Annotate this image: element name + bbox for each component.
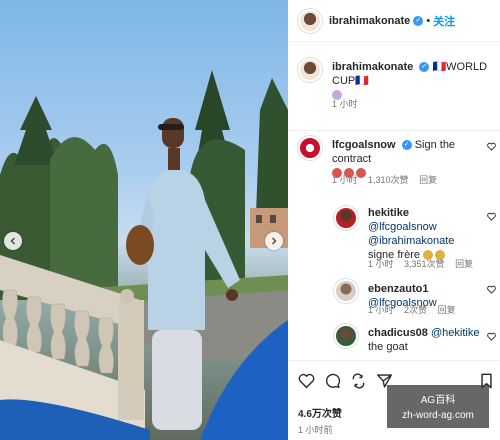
likes-count[interactable]: 4.6万次赞: [298, 405, 342, 420]
comment-likes[interactable]: 2次赞: [404, 305, 427, 315]
comment-username[interactable]: ebenzauto1: [368, 283, 429, 295]
caption: ibrahimakonate ✓ 🇫🇷WORLD CUP🇫🇷: [332, 60, 492, 102]
verified-badge-icon: ✓: [413, 15, 424, 26]
comment: hekitike @lfcgoalsnow @ibrahimakonate si…: [368, 206, 480, 262]
comment: chadicus08 @hekitike the goat: [368, 326, 480, 354]
verified-badge-icon: ✓: [401, 140, 412, 151]
comment-likes[interactable]: 1,310次赞: [368, 175, 409, 185]
separator-dot: •: [426, 14, 431, 27]
comment-avatar[interactable]: [334, 324, 358, 348]
post-time: 1 小时前: [298, 425, 333, 435]
chevron-right-icon: [272, 237, 277, 245]
comment-time: 1 小时: [332, 175, 358, 185]
photo-scene: [0, 70, 288, 440]
comment-username[interactable]: hekitike: [368, 207, 409, 219]
comment-time: 1 小时: [368, 259, 394, 269]
comment-avatar[interactable]: [298, 136, 322, 160]
mention-link[interactable]: @hekitike: [431, 327, 479, 339]
post-photo: [0, 0, 288, 440]
comment-time: 1 小时: [368, 305, 394, 315]
author-username[interactable]: ibrahimakonate: [329, 15, 410, 27]
reply-button[interactable]: 回复: [455, 259, 473, 269]
chevron-left-icon: [10, 237, 15, 245]
comment-avatar[interactable]: [334, 279, 358, 303]
caption-time: 1 小时: [332, 99, 358, 109]
like-heart-icon[interactable]: [487, 285, 496, 294]
watermark-line: zh-word-ag.com: [402, 410, 474, 421]
reply-button[interactable]: 回复: [438, 305, 456, 315]
watermark: AG百科 zh-word-ag.com: [387, 385, 489, 428]
comment-avatar[interactable]: [334, 206, 358, 230]
caption-meta: 1 小时: [332, 97, 366, 110]
verified-badge-icon: ✓: [419, 62, 430, 73]
previous-image-button[interactable]: [4, 232, 22, 250]
like-heart-icon[interactable]: [487, 332, 496, 341]
comment-username[interactable]: chadicus08: [368, 327, 428, 339]
divider: [288, 130, 500, 131]
mention-link[interactable]: @lfcgoalsnow: [368, 221, 437, 233]
comment-text: the goat: [368, 341, 408, 353]
comment-likes[interactable]: 3,351次赞: [404, 259, 445, 269]
reply-button[interactable]: 回复: [419, 175, 437, 185]
comments-list[interactable]: ibrahimakonate ✓ 🇫🇷WORLD CUP🇫🇷 1 小时 lfcg…: [288, 42, 500, 360]
repost-icon[interactable]: [350, 373, 367, 389]
comment-meta: 1 小时 3,351次赞 回复: [368, 257, 481, 270]
like-heart-icon[interactable]: [487, 142, 496, 151]
comment-meta: 1 小时 1,310次赞 回复: [332, 173, 445, 186]
post-side-panel: ibrahimakonate ✓ • 关注 ibrahimakonate ✓ 🇫…: [288, 0, 500, 440]
like-heart-icon[interactable]: [298, 373, 315, 389]
post-header: ibrahimakonate ✓ • 关注: [288, 0, 500, 42]
comment-meta: 1 小时 2次赞 回复: [368, 303, 464, 316]
mention-link[interactable]: @ibrahimakonate: [368, 235, 454, 247]
author-avatar[interactable]: [298, 8, 322, 33]
caption-username[interactable]: ibrahimakonate: [332, 61, 413, 73]
caption-avatar[interactable]: [298, 58, 322, 82]
follow-button[interactable]: 关注: [433, 13, 455, 29]
next-image-button[interactable]: [265, 232, 283, 250]
comment-username[interactable]: lfcgoalsnow: [332, 139, 396, 151]
comment-icon[interactable]: [324, 373, 341, 389]
watermark-line: AG百科: [420, 395, 456, 406]
like-heart-icon[interactable]: [487, 212, 496, 221]
